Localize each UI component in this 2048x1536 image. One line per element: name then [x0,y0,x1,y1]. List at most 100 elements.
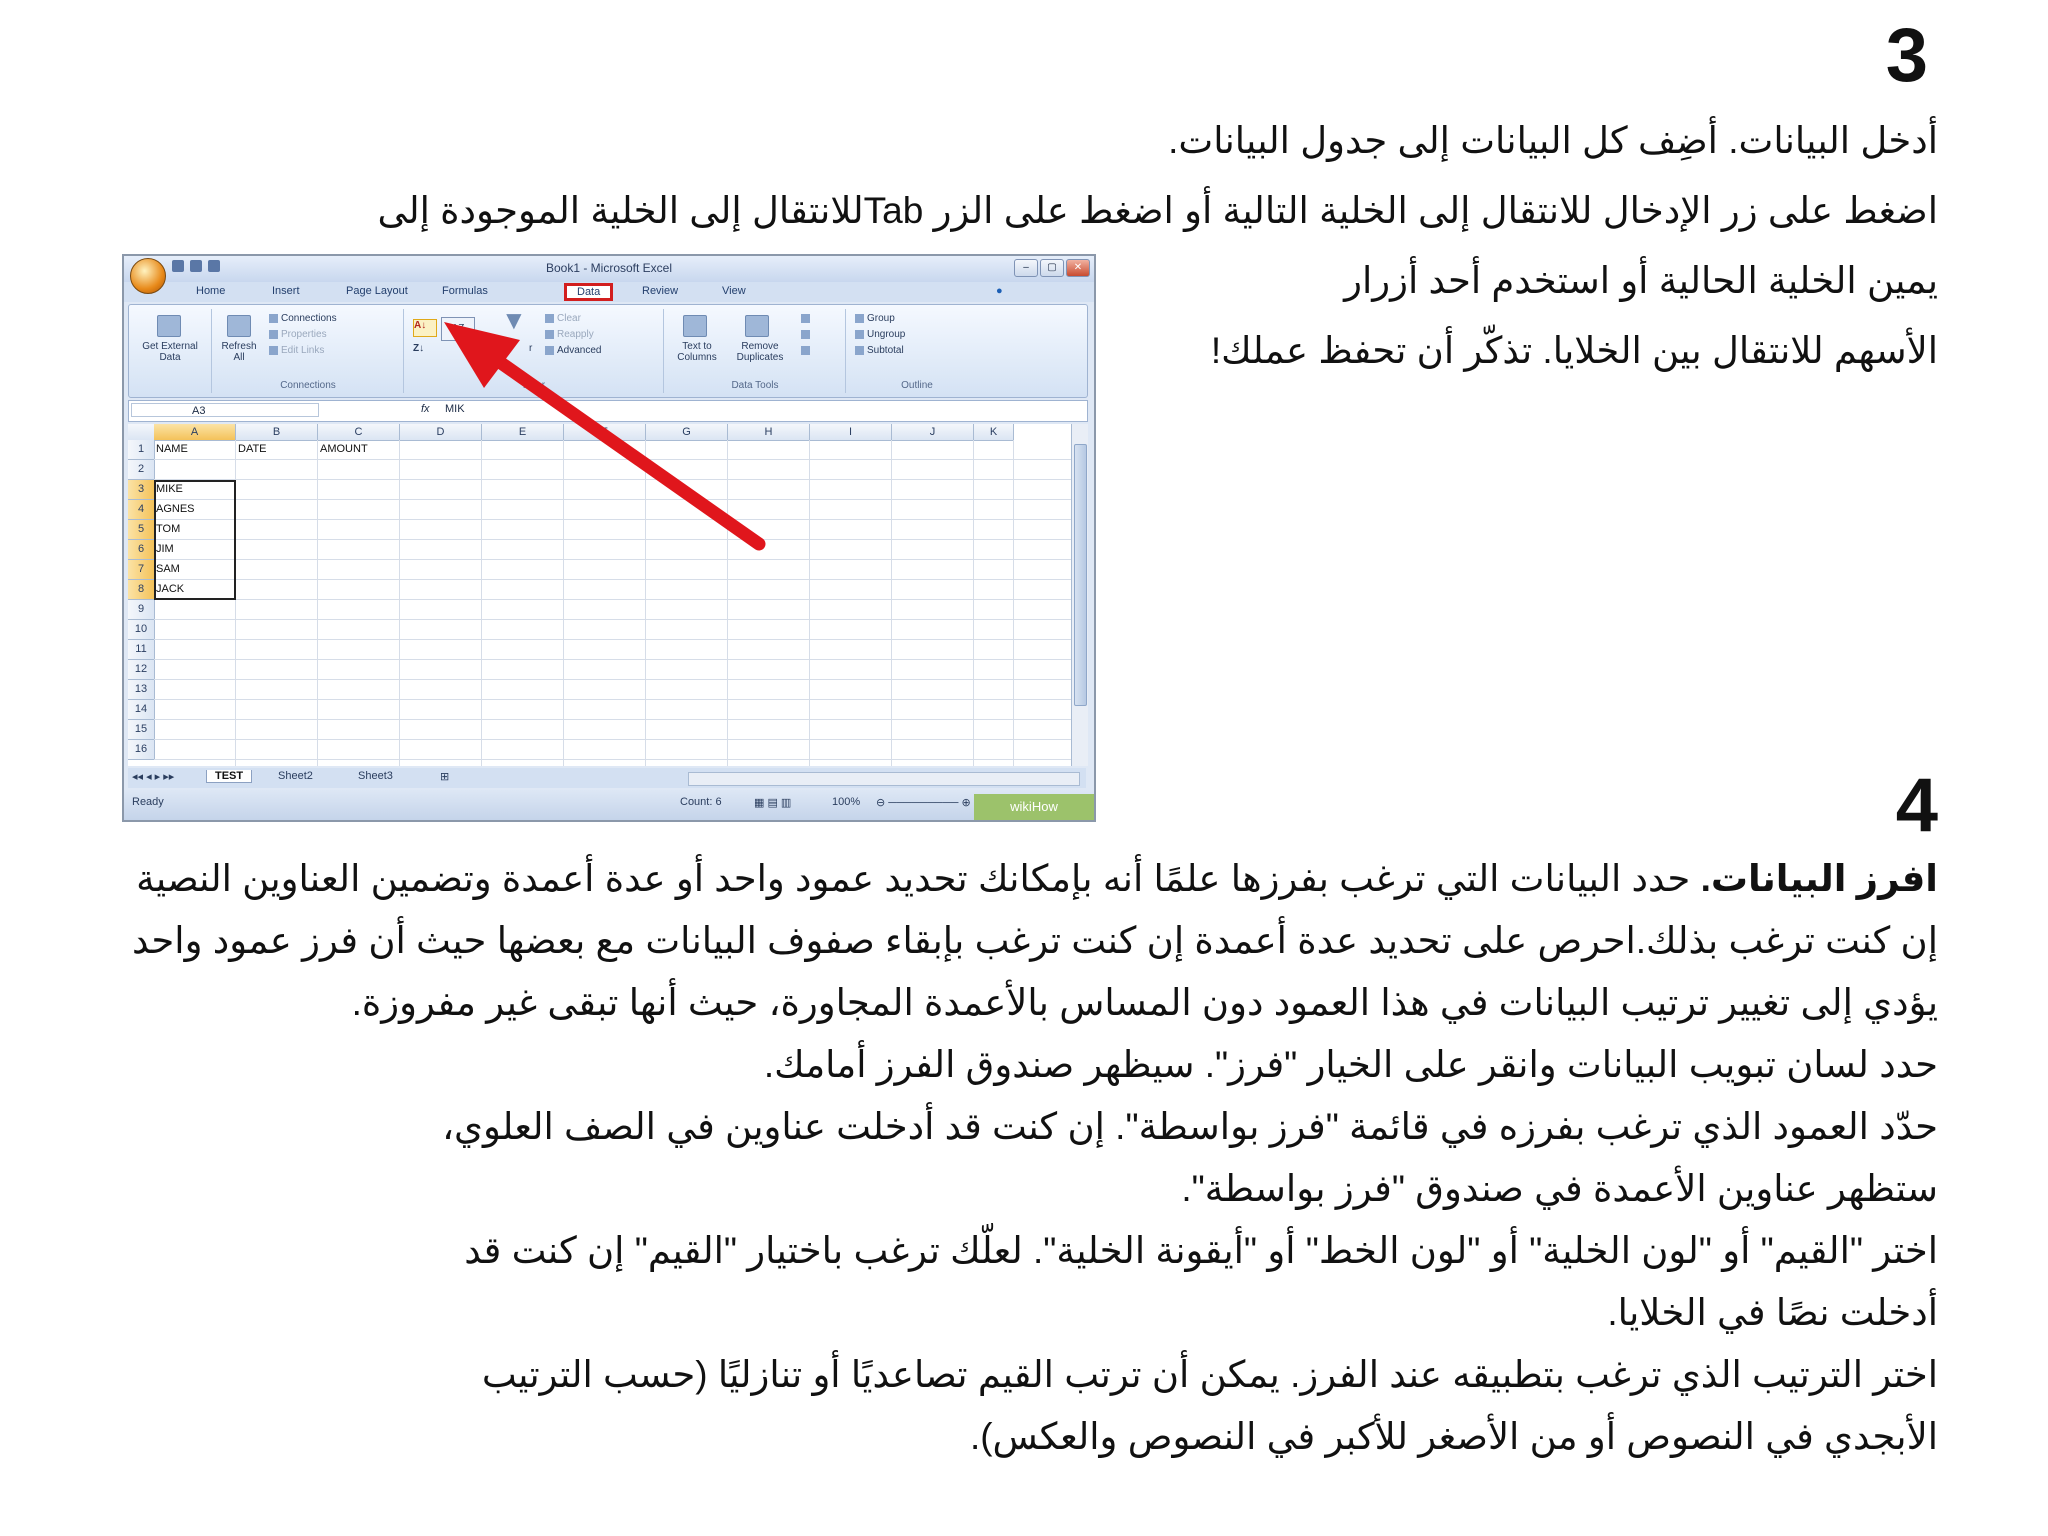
horizontal-scrollbar[interactable] [688,772,1080,786]
step-3-line-4: الأسهم للانتقال بين الخلايا. تذكّر أن تح… [1210,330,1938,371]
row-header-15[interactable]: 15 [128,720,155,740]
excel-titlebar: Book1 - Microsoft Excel – ▢ ✕ [124,256,1094,282]
column-header-b[interactable]: B [236,424,318,441]
step-4-number: 4 [1895,763,1938,848]
fx-icon[interactable]: fx [421,403,430,415]
sheet-nav-arrows-icon[interactable]: ◂◂ ◂ ▸ ▸▸ [132,770,174,783]
row-header-10[interactable]: 10 [128,620,155,640]
tab-page-layout[interactable]: Page Layout [346,285,408,297]
row-header-1[interactable]: 1 [128,440,155,460]
view-buttons-icon[interactable]: ▦ ▤ ▥ [754,796,791,809]
window-controls: – ▢ ✕ [1012,259,1090,277]
row-header-2[interactable]: 2 [128,460,155,480]
minimize-icon[interactable]: – [1014,259,1038,277]
properties-button[interactable]: Properties [269,329,327,340]
row-header-6[interactable]: 6 [128,540,155,560]
data-validation-icon[interactable] [801,313,813,324]
row-header-7[interactable]: 7 [128,560,155,580]
vertical-scroll-thumb[interactable] [1074,444,1087,706]
vertical-scrollbar[interactable] [1071,424,1088,766]
column-header-i[interactable]: I [810,424,892,441]
tab-insert[interactable]: Insert [272,285,300,297]
tab-home[interactable]: Home [196,285,225,297]
sort-a-to-z-icon[interactable]: A↓ [413,319,437,337]
step-3-line-1: أدخل البيانات. أضِف كل البيانات إلى جدول… [1168,120,1938,161]
row-header-14[interactable]: 14 [128,700,155,720]
column-header-c[interactable]: C [318,424,400,441]
tab-data[interactable]: Data [564,283,614,301]
name-box[interactable]: A3 [131,403,319,417]
outline-group-label: Outline [901,380,933,391]
sheet-tab-sheet2[interactable]: Sheet2 [270,770,321,782]
column-header-k[interactable]: K [974,424,1014,441]
column-header-h[interactable]: H [728,424,810,441]
header-cell[interactable]: NAME [154,440,188,459]
column-header-f[interactable]: F [564,424,646,441]
column-header-a[interactable]: A [154,424,236,441]
sheet-tab-bar: ◂◂ ◂ ▸ ▸▸ TEST Sheet2 Sheet3 ⊞ [128,768,1086,788]
formula-bar: A3 fx MIK [128,400,1088,422]
row-header-3[interactable]: 3 [128,480,155,500]
sort-z-to-a-icon[interactable]: Z↓ [413,343,424,354]
column-header-j[interactable]: J [892,424,974,441]
step-4-paragraph-2: حدد لسان تبويب البيانات وانقر على الخيار… [763,1044,1938,1085]
reapply-button[interactable]: Reapply [545,329,594,340]
status-count: Count: 6 [680,796,722,808]
header-cell[interactable]: DATE [236,440,267,459]
reapply-icon [545,329,554,339]
column-header-e[interactable]: E [482,424,564,441]
tab-view[interactable]: View [722,285,746,297]
row-header-8[interactable]: 8 [128,580,155,600]
excel-screenshot: Book1 - Microsoft Excel – ▢ ✕ Home Insert … [122,254,1096,822]
row-header-11[interactable]: 11 [128,640,155,660]
group-button[interactable]: Group [855,313,895,324]
advanced-button[interactable]: Advanced [545,345,601,356]
office-button[interactable] [130,258,166,294]
subtotal-icon [855,345,864,355]
text-to-columns-icon [683,315,707,337]
ribbon-tabs: Home Insert Page Layout Formulas Data Re… [124,282,1094,302]
zoom-slider[interactable]: ⊖ ───────── ⊕ [876,796,971,809]
sort-icon[interactable]: AZ [441,317,475,341]
column-header-d[interactable]: D [400,424,482,441]
connections-button[interactable]: Connections [269,313,337,324]
select-all-corner[interactable] [128,424,155,441]
status-ready: Ready [132,796,164,808]
row-header-5[interactable]: 5 [128,520,155,540]
header-cell[interactable]: AMOUNT [318,440,368,459]
subtotal-button[interactable]: Subtotal [855,345,904,356]
restore-icon[interactable]: ▢ [1040,259,1064,277]
refresh-all-button[interactable]: Refresh All [215,341,263,363]
close-icon[interactable]: ✕ [1066,259,1090,277]
row-header-16[interactable]: 16 [128,740,155,760]
clear-icon [545,313,554,323]
filter-icon[interactable]: ▼ [501,307,527,333]
formula-input[interactable]: MIK [445,403,465,415]
filter-button[interactable]: r [529,343,532,354]
consolidate-icon[interactable] [801,329,813,340]
insert-sheet-icon[interactable]: ⊞ [432,770,457,783]
tab-review[interactable]: Review [642,285,678,297]
sheet-tab-sheet3[interactable]: Sheet3 [350,770,401,782]
group-outline: Group Ungroup Subtotal Outline [847,309,987,393]
tab-formulas[interactable]: Formulas [442,285,488,297]
clear-button[interactable]: Clear [545,313,581,324]
ungroup-button[interactable]: Ungroup [855,329,905,340]
sheet-tab-test[interactable]: TEST [206,770,253,783]
text-to-columns-button[interactable]: Text to Columns [667,341,727,363]
get-external-data-button[interactable]: Get External Data [131,341,209,363]
what-if-icon[interactable] [801,345,813,356]
zoom-level[interactable]: 100% [832,796,860,808]
row-header-12[interactable]: 12 [128,660,155,680]
connections-group-label: Connections [280,380,336,391]
row-header-9[interactable]: 9 [128,600,155,620]
row-header-4[interactable]: 4 [128,500,155,520]
row-header-13[interactable]: 13 [128,680,155,700]
step-4-paragraph-4: اختر "القيم" أو "لون الخلية" أو "لون الخ… [464,1230,1938,1333]
edit-links-button[interactable]: Edit Links [269,345,324,356]
column-header-g[interactable]: G [646,424,728,441]
group-connections: Refresh All Connections Properties Edit … [213,309,404,393]
spreadsheet-grid[interactable]: A B C D E F G H I J K 1 2 3 4 5 6 7 8 9 10 11 12 13 14 15 16 NAME DA… [128,424,1072,766]
help-icon[interactable]: ● [996,285,1003,297]
remove-duplicates-button[interactable]: Remove Duplicates [729,341,791,363]
